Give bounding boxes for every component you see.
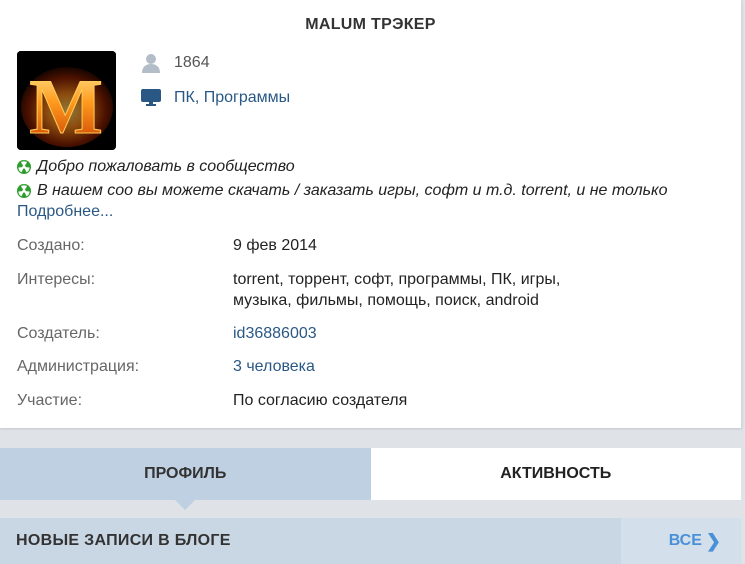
category-link[interactable]: ПК, Программы [174, 89, 290, 107]
description-text-2: В нашем соо вы можете скачать / заказать… [37, 182, 668, 199]
created-value: 9 фев 2014 [233, 237, 317, 254]
admins-link[interactable]: 3 человека [233, 356, 653, 377]
admins-label: Администрация: [17, 358, 140, 375]
group-info-card: MALUM ТРЭКЕР M 1864 ПК, Программы Добро … [0, 0, 742, 428]
tab-activity[interactable]: АКТИВНОСТЬ [370, 448, 741, 500]
group-avatar[interactable]: M [17, 51, 116, 150]
tab-profile[interactable]: ПРОФИЛЬ [0, 448, 371, 510]
active-tab-indicator [175, 500, 196, 510]
participation-value: По согласию создателя [233, 392, 408, 409]
read-more-link[interactable]: Подробнее... [17, 203, 113, 221]
creator-link[interactable]: id36886003 [233, 323, 653, 344]
interests-line-1: torrent, торрент, софт, программы, ПК, и… [233, 271, 561, 288]
svg-text:M: M [29, 63, 103, 150]
group-category[interactable]: ПК, Программы [140, 87, 290, 109]
view-all-button[interactable]: ВСЕ ❯ [621, 518, 741, 564]
tab-activity-label: АКТИВНОСТЬ [500, 465, 612, 482]
created-label: Создано: [17, 237, 85, 254]
radiation-icon [17, 160, 31, 174]
chevron-right-icon: ❯ [705, 530, 721, 551]
description-text-1: Добро пожаловать в сообщество [37, 158, 295, 175]
profile-tabs: ПРОФИЛЬ АКТИВНОСТЬ [0, 448, 741, 510]
tab-profile-label: ПРОФИЛЬ [144, 465, 227, 482]
user-icon [140, 52, 162, 74]
blog-title: НОВЫЕ ЗАПИСИ В БЛОГЕ [16, 532, 231, 549]
members-count-value: 1864 [174, 54, 210, 71]
description-line-1: Добро пожаловать в сообщество [17, 158, 295, 176]
info-row-interests: Интересы: torrent, торрент, софт, програ… [17, 269, 717, 313]
radiation-icon [17, 184, 31, 198]
description-line-2: В нашем соо вы можете скачать / заказать… [17, 182, 667, 200]
participation-label: Участие: [17, 392, 83, 409]
view-all-label: ВСЕ [668, 532, 702, 549]
monitor-icon [140, 87, 162, 109]
interests-label: Интересы: [17, 271, 96, 288]
page-title: MALUM ТРЭКЕР [305, 16, 436, 33]
creator-label: Создатель: [17, 325, 100, 342]
interests-line-2: музыка, фильмы, помощь, поиск, android [233, 292, 539, 309]
flaming-m-logo: M [17, 51, 116, 150]
interests-value: torrent, торрент, софт, программы, ПК, и… [233, 269, 653, 311]
members-count[interactable]: 1864 [140, 52, 210, 74]
blog-header: НОВЫЕ ЗАПИСИ В БЛОГЕ ВСЕ ❯ [0, 518, 741, 564]
